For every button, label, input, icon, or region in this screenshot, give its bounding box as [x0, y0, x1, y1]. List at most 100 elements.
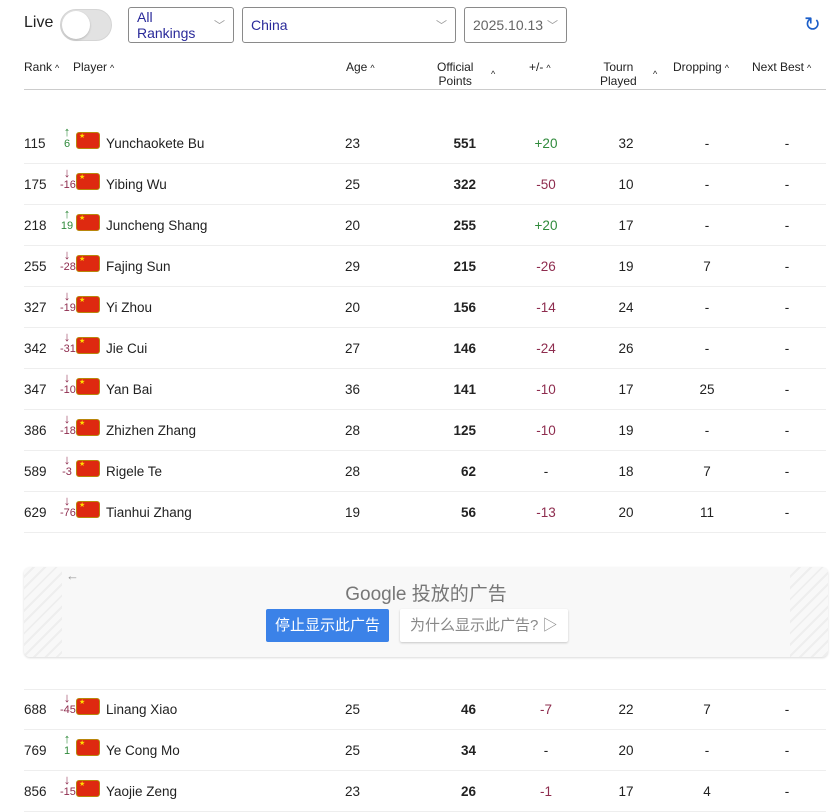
table-row[interactable]: 769 ↑1 Ye Cong Mo 25 34 - 20 - - [24, 730, 826, 771]
age: 29 [345, 259, 361, 274]
table-row[interactable]: 342 ↓-31 Jie Cui 27 146 -24 26 - - [24, 328, 826, 369]
header-diff[interactable]: +/- ^ [529, 60, 551, 75]
tournaments-played: 10 [618, 177, 634, 192]
date-select[interactable]: 2025.10.13 ﹀ [464, 7, 567, 43]
age: 36 [345, 382, 361, 397]
tournaments-played: 18 [618, 464, 634, 479]
table-row[interactable]: 347 ↓-10 Yan Bai 36 141 -10 17 25 - [24, 369, 826, 410]
ranking-type-value: All Rankings [137, 9, 196, 41]
player-name[interactable]: Yunchaokete Bu [106, 136, 204, 151]
table-row[interactable]: 255 ↓-28 Fajing Sun 29 215 -26 19 7 - [24, 246, 826, 287]
china-flag-icon [76, 255, 100, 272]
player-name[interactable]: Fajing Sun [106, 259, 171, 274]
arrow-up-icon: ↑ [63, 206, 71, 221]
player-name[interactable]: Yibing Wu [106, 177, 167, 192]
points-diff: -50 [536, 177, 556, 192]
official-points: 125 [453, 423, 476, 438]
table-row[interactable]: 589 ↓-3 Rigele Te 28 62 - 18 7 - [24, 451, 826, 492]
player-name[interactable]: Linang Xiao [106, 702, 177, 717]
rank: 856 [24, 784, 47, 799]
header-points-line2: Points [438, 74, 472, 88]
china-flag-icon [76, 296, 100, 313]
next-best: - [784, 300, 790, 315]
arrow-down-icon: ↓ [63, 165, 71, 180]
player-name[interactable]: Juncheng Shang [106, 218, 207, 233]
player-name[interactable]: Jie Cui [106, 341, 147, 356]
player-name[interactable]: Yi Zhou [106, 300, 152, 315]
dropping: - [704, 743, 710, 758]
rank-movement: ↓ -19 [60, 289, 76, 315]
header-tourn-played[interactable]: Tourn Played [600, 60, 637, 88]
table-row[interactable]: 386 ↓-18 Zhizhen Zhang 28 125 -10 19 - - [24, 410, 826, 451]
age: 20 [345, 218, 361, 233]
live-toggle[interactable] [60, 9, 112, 41]
movement-value: -10 [60, 384, 76, 396]
table-row[interactable]: 856 ↓-15 Yaojie Zeng 23 26 -1 17 4 - [24, 771, 826, 812]
rank: 175 [24, 177, 47, 192]
table-row[interactable]: 115 ↑6 Yunchaokete Bu 23 551 +20 32 - - [24, 123, 826, 164]
header-player[interactable]: Player ^ [73, 60, 114, 75]
header-points[interactable]: Official Points [437, 60, 473, 88]
movement-value: 6 [63, 138, 71, 150]
sort-caret-icon: ^ [724, 63, 729, 73]
header-dropping[interactable]: Dropping ^ [673, 60, 729, 75]
header-age[interactable]: Age ^ [346, 60, 375, 75]
rank-movement: ↑ 6 [60, 125, 74, 151]
rank: 629 [24, 505, 47, 520]
sort-caret-icon[interactable]: ^ [491, 67, 495, 81]
points-diff: -1 [539, 784, 552, 799]
dropping: - [704, 136, 710, 151]
player-name[interactable]: Yan Bai [106, 382, 152, 397]
table-row[interactable]: 688 ↓-45 Linang Xiao 25 46 -7 22 7 - [24, 689, 826, 730]
next-best: - [784, 505, 790, 520]
official-points: 46 [460, 702, 476, 717]
table-row[interactable]: 327 ↓-19 Yi Zhou 20 156 -14 24 - - [24, 287, 826, 328]
next-best: - [784, 218, 790, 233]
official-points: 322 [453, 177, 476, 192]
china-flag-icon [76, 739, 100, 756]
dropping: 7 [703, 464, 711, 479]
movement-value: -19 [60, 302, 76, 314]
sort-caret-icon[interactable]: ^ [653, 67, 657, 81]
header-player-label: Player [73, 60, 108, 74]
country-value: China [251, 17, 288, 33]
table-row[interactable]: 175 ↓-16 Yibing Wu 25 322 -50 10 - - [24, 164, 826, 205]
arrow-down-icon: ↓ [63, 329, 71, 344]
refresh-icon[interactable]: ↻ [804, 12, 821, 37]
rank-movement: ↑ 19 [60, 207, 74, 233]
table-row[interactable]: 629 ↓-76 Tianhui Zhang 19 56 -13 20 11 - [24, 492, 826, 533]
stop-ad-button[interactable]: 停止显示此广告 [266, 609, 390, 642]
dropping: 4 [703, 784, 711, 799]
why-ad-label: 为什么显示此广告? [410, 617, 539, 634]
player-name[interactable]: Tianhui Zhang [106, 505, 192, 520]
arrow-down-icon: ↓ [63, 772, 71, 787]
why-ad-button[interactable]: 为什么显示此广告? ▷ [400, 609, 568, 642]
player-name[interactable]: Yaojie Zeng [106, 784, 177, 799]
table-row[interactable]: 218 ↑19 Juncheng Shang 20 255 +20 17 - - [24, 205, 826, 246]
header-rank[interactable]: Rank ^ [24, 60, 59, 75]
official-points: 215 [453, 259, 476, 274]
next-best: - [784, 259, 790, 274]
ranking-type-select[interactable]: All Rankings ﹀ [128, 7, 234, 43]
country-select[interactable]: China ﹀ [242, 7, 456, 43]
player-name[interactable]: Rigele Te [106, 464, 162, 479]
official-points: 62 [460, 464, 476, 479]
sort-caret-icon: ^ [370, 63, 375, 73]
age: 27 [345, 341, 361, 356]
rank-movement: ↓ -3 [60, 453, 74, 479]
rank: 115 [24, 136, 46, 151]
arrow-up-icon: ↑ [63, 124, 71, 139]
ad-title: Google 投放的广告 [345, 584, 507, 605]
official-points: 26 [460, 784, 476, 799]
tournaments-played: 19 [618, 423, 634, 438]
arrow-down-icon: ↓ [63, 690, 71, 705]
player-name[interactable]: Zhizhen Zhang [106, 423, 196, 438]
chevron-down-icon: ﹀ [214, 20, 225, 32]
next-best: - [784, 784, 790, 799]
ad-choices-icon: ▷ [542, 617, 558, 634]
next-best: - [784, 341, 790, 356]
sort-caret-icon: ^ [807, 63, 812, 73]
header-next-best[interactable]: Next Best ^ [752, 60, 811, 75]
player-name[interactable]: Ye Cong Mo [106, 743, 180, 758]
points-diff: -10 [536, 382, 556, 397]
